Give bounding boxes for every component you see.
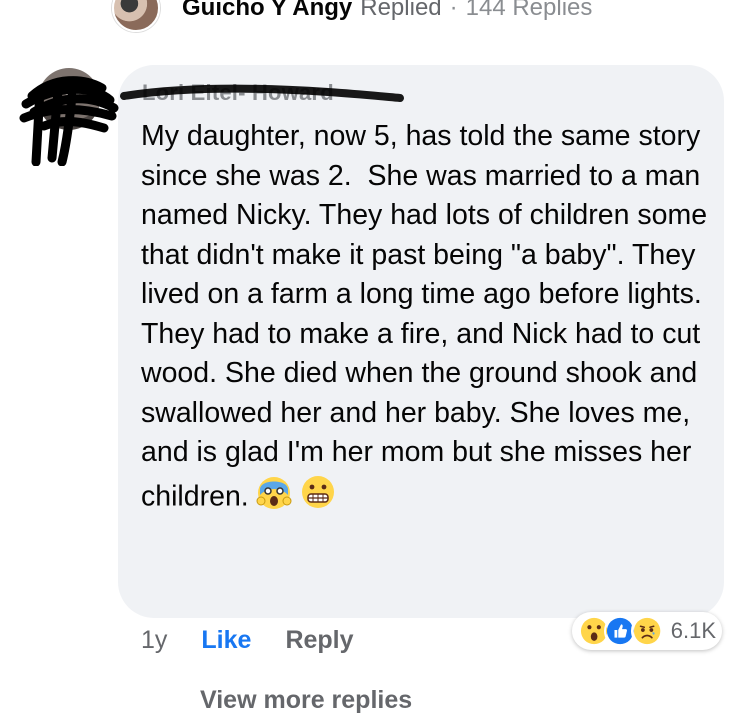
sad-reaction-icon [630,614,663,648]
reaction-count: 6.1K [670,618,717,643]
comment-actions: 1y Like Reply [141,620,354,660]
like-button[interactable]: Like [201,626,251,655]
redaction-scribble [120,84,404,102]
reply-button[interactable]: Reply [285,626,353,655]
reply-summary-name[interactable]: Guicho Y Angy [182,0,352,22]
face-screaming-icon [255,473,293,523]
comment-text: My daughter, now 5, has told the same st… [141,117,716,522]
reply-summary[interactable]: Guicho Y Angy Replied · 144 Replies [112,0,593,32]
comment-body: My daughter, now 5, has told the same st… [141,120,715,512]
grimacing-face-icon [299,473,337,523]
reply-count[interactable]: 144 Replies [466,0,593,22]
separator-dot: · [449,0,458,21]
avatar [112,0,160,32]
reactions-summary[interactable]: 6.1K [572,612,722,650]
reply-summary-replied: Replied [360,0,442,21]
redaction-scribble [19,76,119,166]
view-more-replies-link[interactable]: View more replies [200,686,412,715]
comment-timestamp[interactable]: 1y [141,626,167,655]
